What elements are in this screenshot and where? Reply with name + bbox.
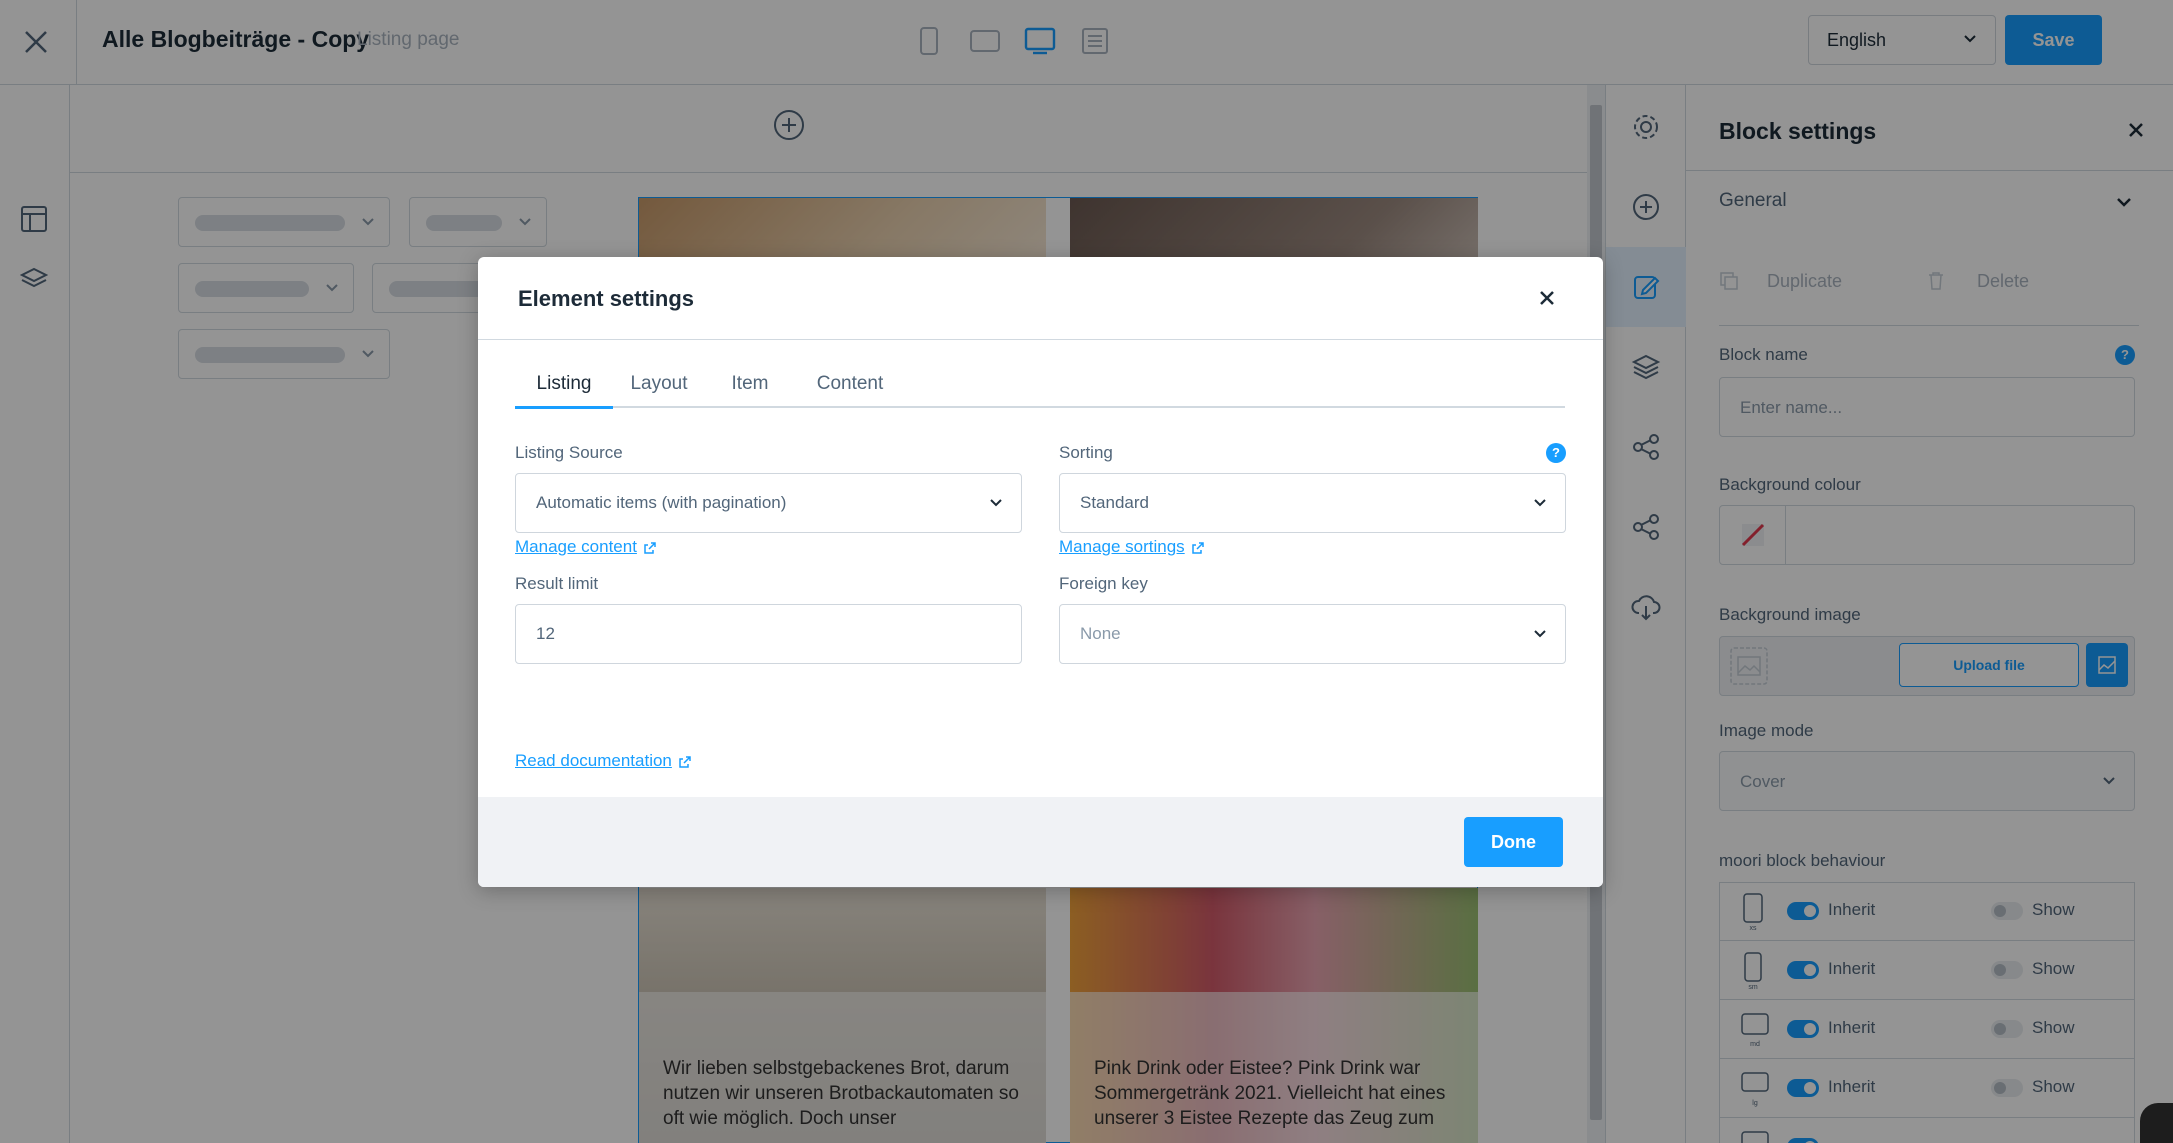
manage-sortings-text: Manage sortings (1059, 537, 1185, 556)
listing-source-label: Listing Source (515, 443, 623, 462)
modal-footer: Done (478, 797, 1603, 887)
foreign-key-label: Foreign key (1059, 574, 1148, 593)
close-icon[interactable] (1539, 290, 1555, 306)
active-tab-indicator (515, 406, 613, 409)
result-limit-value: 12 (536, 624, 555, 643)
tab-layout[interactable]: Layout (615, 373, 703, 408)
modal-tabs: Listing Layout Item Content (515, 373, 1565, 409)
external-link-icon (679, 755, 691, 768)
read-documentation-text: Read documentation (515, 751, 672, 770)
listing-source-value: Automatic items (with pagination) (536, 493, 787, 512)
result-limit-label: Result limit (515, 574, 599, 593)
external-link-icon (644, 541, 656, 554)
foreign-key-value: None (1080, 624, 1121, 643)
modal-header: Element settings (478, 257, 1603, 340)
chevron-down-icon (1534, 630, 1546, 638)
external-link-icon (1191, 541, 1204, 554)
tab-item[interactable]: Item (715, 373, 785, 408)
sorting-select[interactable]: Standard (1059, 473, 1566, 533)
done-button[interactable]: Done (1464, 817, 1563, 867)
tab-listing[interactable]: Listing (515, 373, 613, 408)
foreign-key-select[interactable]: None (1059, 604, 1566, 664)
manage-content-link[interactable]: Manage content (515, 537, 657, 557)
read-documentation-link[interactable]: Read documentation (515, 751, 692, 771)
help-icon[interactable]: ? (1546, 443, 1566, 463)
manage-sortings-link[interactable]: Manage sortings (1059, 537, 1205, 557)
result-limit-input[interactable]: 12 (515, 604, 1022, 664)
element-settings-modal: Element settings Listing Layout Item Con… (478, 257, 1603, 887)
chevron-down-icon (1534, 499, 1546, 507)
sorting-value: Standard (1080, 493, 1149, 512)
tab-content[interactable]: Content (795, 373, 905, 408)
chevron-down-icon (990, 499, 1002, 507)
symfony-toolbar-icon[interactable] (2140, 1103, 2173, 1143)
manage-content-text: Manage content (515, 537, 637, 556)
modal-title: Element settings (518, 286, 695, 311)
listing-source-select[interactable]: Automatic items (with pagination) (515, 473, 1022, 533)
sorting-label: Sorting (1059, 443, 1113, 462)
